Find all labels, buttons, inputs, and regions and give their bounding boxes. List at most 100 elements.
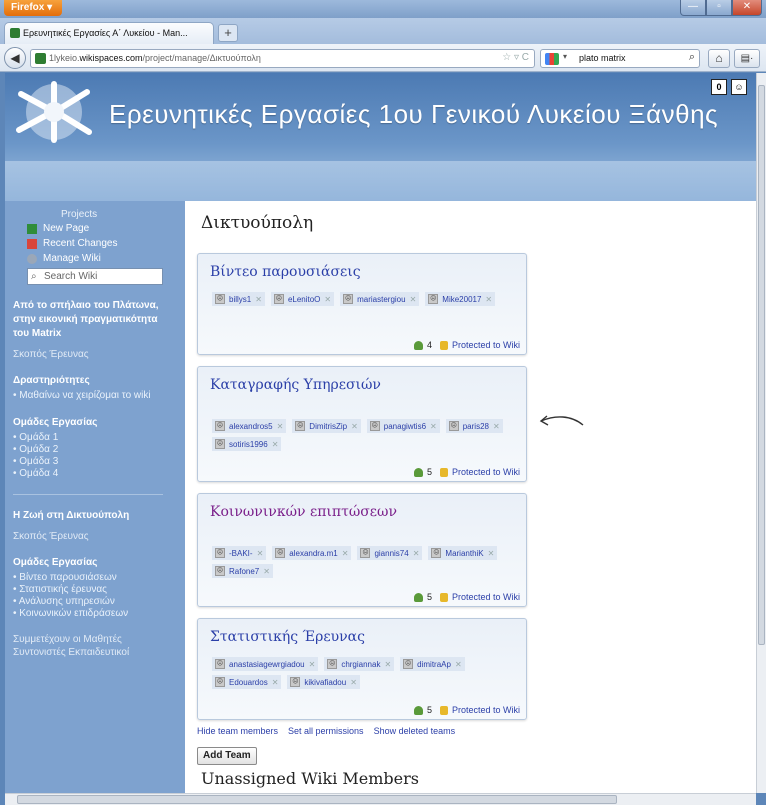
- url-bar[interactable]: 1lykeio.wikispaces.com/project/manage/Δι…: [30, 49, 535, 68]
- member-tag[interactable]: ☹ DimitrisZip ✕: [292, 419, 361, 433]
- sidebar-footer-link[interactable]: Συντονιστές Εκπαιδευτικοί: [13, 647, 185, 658]
- sidebar-section-title[interactable]: Η Ζωή στη Δικτυούπολη: [13, 509, 163, 523]
- member-tag[interactable]: ☹ Edouardos ✕: [212, 675, 282, 689]
- scrollbar-thumb[interactable]: [758, 85, 765, 645]
- remove-member-icon[interactable]: ✕: [455, 660, 462, 669]
- sidebar-item-manage-wiki[interactable]: Manage Wiki: [27, 253, 185, 264]
- sidebar-section-title[interactable]: Από το σπήλαιο του Πλάτωνα, στην εικονικ…: [13, 299, 163, 341]
- list-item[interactable]: Κοινωνικών επιδράσεων: [13, 608, 185, 620]
- user-avatar-icon[interactable]: ☺: [731, 79, 747, 95]
- engine-dropdown-icon[interactable]: ▾: [563, 52, 567, 61]
- remove-member-icon[interactable]: ✕: [350, 678, 357, 687]
- member-tag[interactable]: ☹ eLenitoO ✕: [270, 292, 335, 306]
- sidebar-projects-link[interactable]: Projects: [61, 209, 185, 220]
- hide-team-members-link[interactable]: Hide team members: [197, 726, 278, 736]
- member-tag[interactable]: ☹ alexandros5 ✕: [212, 419, 287, 433]
- remove-member-icon[interactable]: ✕: [257, 549, 264, 558]
- member-tag[interactable]: ☹ Mike20017 ✕: [425, 292, 496, 306]
- remove-member-icon[interactable]: ✕: [430, 422, 437, 431]
- lock-icon: [439, 467, 448, 477]
- remove-member-icon[interactable]: ✕: [324, 295, 331, 304]
- member-tag[interactable]: ☹ MarianthiK ✕: [428, 546, 498, 560]
- protection-link[interactable]: Protected to Wiki: [452, 592, 520, 602]
- remove-member-icon[interactable]: ✕: [413, 549, 420, 558]
- member-name: anastasiagewrgiadou: [229, 659, 305, 669]
- member-name: mariastergiou: [357, 294, 406, 304]
- maximize-button[interactable]: ▫: [706, 0, 732, 16]
- google-engine-icon[interactable]: [545, 53, 559, 65]
- vertical-scrollbar[interactable]: [756, 73, 766, 793]
- show-deleted-teams-link[interactable]: Show deleted teams: [374, 726, 456, 736]
- bookmark-star-icon[interactable]: ☆ ▿ C: [502, 52, 529, 63]
- remove-member-icon[interactable]: ✕: [309, 660, 316, 669]
- remove-member-icon[interactable]: ✕: [410, 295, 417, 304]
- browser-tab-active[interactable]: Ερευνητικές Εργασίες Α΄ Λυκείου - Man...: [4, 22, 214, 44]
- member-tag[interactable]: ☹ mariastergiou ✕: [340, 292, 420, 306]
- team-name-link[interactable]: Καταγραφής Υπηρεσιών: [210, 377, 381, 393]
- list-item[interactable]: Ομάδα 1: [13, 432, 185, 444]
- member-tag[interactable]: ☹ panagiwtis6 ✕: [366, 419, 440, 433]
- list-item[interactable]: Ομάδα 2: [13, 444, 185, 456]
- remove-member-icon[interactable]: ✕: [255, 295, 262, 304]
- add-team-button[interactable]: Add Team: [197, 747, 257, 765]
- set-all-permissions-link[interactable]: Set all permissions: [288, 726, 364, 736]
- notification-count-badge[interactable]: 0: [711, 79, 727, 95]
- remove-member-icon[interactable]: ✕: [488, 549, 495, 558]
- list-item[interactable]: Στατιστικής έρευνας: [13, 584, 185, 596]
- member-tag[interactable]: ☹ billys1 ✕: [212, 292, 265, 306]
- header-band: [5, 161, 756, 201]
- member-tag[interactable]: ☹ giannis74 ✕: [357, 546, 423, 560]
- scrollbar-thumb[interactable]: [17, 795, 617, 804]
- protection-link[interactable]: Protected to Wiki: [452, 340, 520, 350]
- list-item[interactable]: Μαθαίνω να χειρίζομαι το wiki: [13, 390, 185, 402]
- member-tag[interactable]: ☹ -BAKI- ✕: [212, 546, 267, 560]
- user-avatar-icon: ☹: [428, 294, 439, 304]
- back-arrow-icon[interactable]: ◀: [4, 47, 26, 69]
- list-item[interactable]: Ομάδα 3: [13, 456, 185, 468]
- member-tag[interactable]: ☹ paris28 ✕: [445, 419, 503, 433]
- horizontal-scrollbar[interactable]: [5, 793, 756, 805]
- sidebar-item-label: Recent Changes: [43, 238, 118, 249]
- team-name-link[interactable]: Στατιστικής Έρευνας: [210, 629, 365, 645]
- member-tag[interactable]: ☹ alexandra.m1 ✕: [272, 546, 352, 560]
- search-bar[interactable]: ▾ plato matrix ⌕: [540, 49, 700, 68]
- sidebar-search-input[interactable]: ⌕ Search Wiki: [27, 268, 163, 285]
- remove-member-icon[interactable]: ✕: [384, 660, 391, 669]
- member-tag[interactable]: ☹ dimitraAp ✕: [400, 657, 465, 671]
- remove-member-icon[interactable]: ✕: [493, 422, 500, 431]
- sidebar-item-new-page[interactable]: New Page: [27, 223, 185, 234]
- firefox-menu-button[interactable]: Firefox ▾: [4, 0, 62, 16]
- sidebar-purpose-link[interactable]: Σκοπός Έρευνας: [13, 531, 185, 542]
- team-name-link[interactable]: Κοινωνινκών επιπτώσεων: [210, 504, 397, 520]
- protection-link[interactable]: Protected to Wiki: [452, 467, 520, 477]
- team-name-link[interactable]: Βίντεο παρουσιάσεις: [210, 264, 361, 280]
- member-tag[interactable]: ☹ anastasiagewrgiadou ✕: [212, 657, 319, 671]
- list-item[interactable]: Ομάδα 4: [13, 468, 185, 480]
- member-tag[interactable]: ☹ sotiris1996 ✕: [212, 437, 282, 451]
- list-item[interactable]: Βίντεο παρουσιάσεων: [13, 572, 185, 584]
- new-tab-button[interactable]: +: [218, 24, 238, 42]
- minimize-button[interactable]: —: [680, 0, 706, 16]
- groups-list: Ομάδα 1 Ομάδα 2 Ομάδα 3 Ομάδα 4: [13, 432, 185, 480]
- sidebar-purpose-link[interactable]: Σκοπός Έρευνας: [13, 349, 185, 360]
- remove-member-icon[interactable]: ✕: [263, 567, 270, 576]
- toolbar-menu-icon[interactable]: ▤·: [734, 49, 760, 68]
- home-icon[interactable]: ⌂: [708, 49, 730, 68]
- remove-member-icon[interactable]: ✕: [342, 549, 349, 558]
- remove-member-icon[interactable]: ✕: [277, 422, 284, 431]
- sidebar-item-recent-changes[interactable]: Recent Changes: [27, 238, 185, 249]
- member-tag[interactable]: ☹ kikivafiadou ✕: [287, 675, 360, 689]
- sidebar-footer-link[interactable]: Συμμετέχουν οι Μαθητές: [13, 634, 185, 645]
- remove-member-icon[interactable]: ✕: [485, 295, 492, 304]
- remove-member-icon[interactable]: ✕: [272, 440, 279, 449]
- team-footer: 5 Protected to Wiki: [413, 705, 520, 715]
- remove-member-icon[interactable]: ✕: [351, 422, 358, 431]
- list-item[interactable]: Ανάλυσης υπηρεσιών: [13, 596, 185, 608]
- site-title: Ερευνητικές Εργασίες 1ου Γενικού Λυκείου…: [109, 99, 719, 129]
- close-window-button[interactable]: ✕: [732, 0, 762, 16]
- magnifier-icon[interactable]: ⌕: [689, 51, 695, 64]
- protection-link[interactable]: Protected to Wiki: [452, 705, 520, 715]
- member-tag[interactable]: ☹ chrgiannak ✕: [324, 657, 395, 671]
- remove-member-icon[interactable]: ✕: [272, 678, 279, 687]
- member-tag[interactable]: ☹ Rafone7 ✕: [212, 564, 273, 578]
